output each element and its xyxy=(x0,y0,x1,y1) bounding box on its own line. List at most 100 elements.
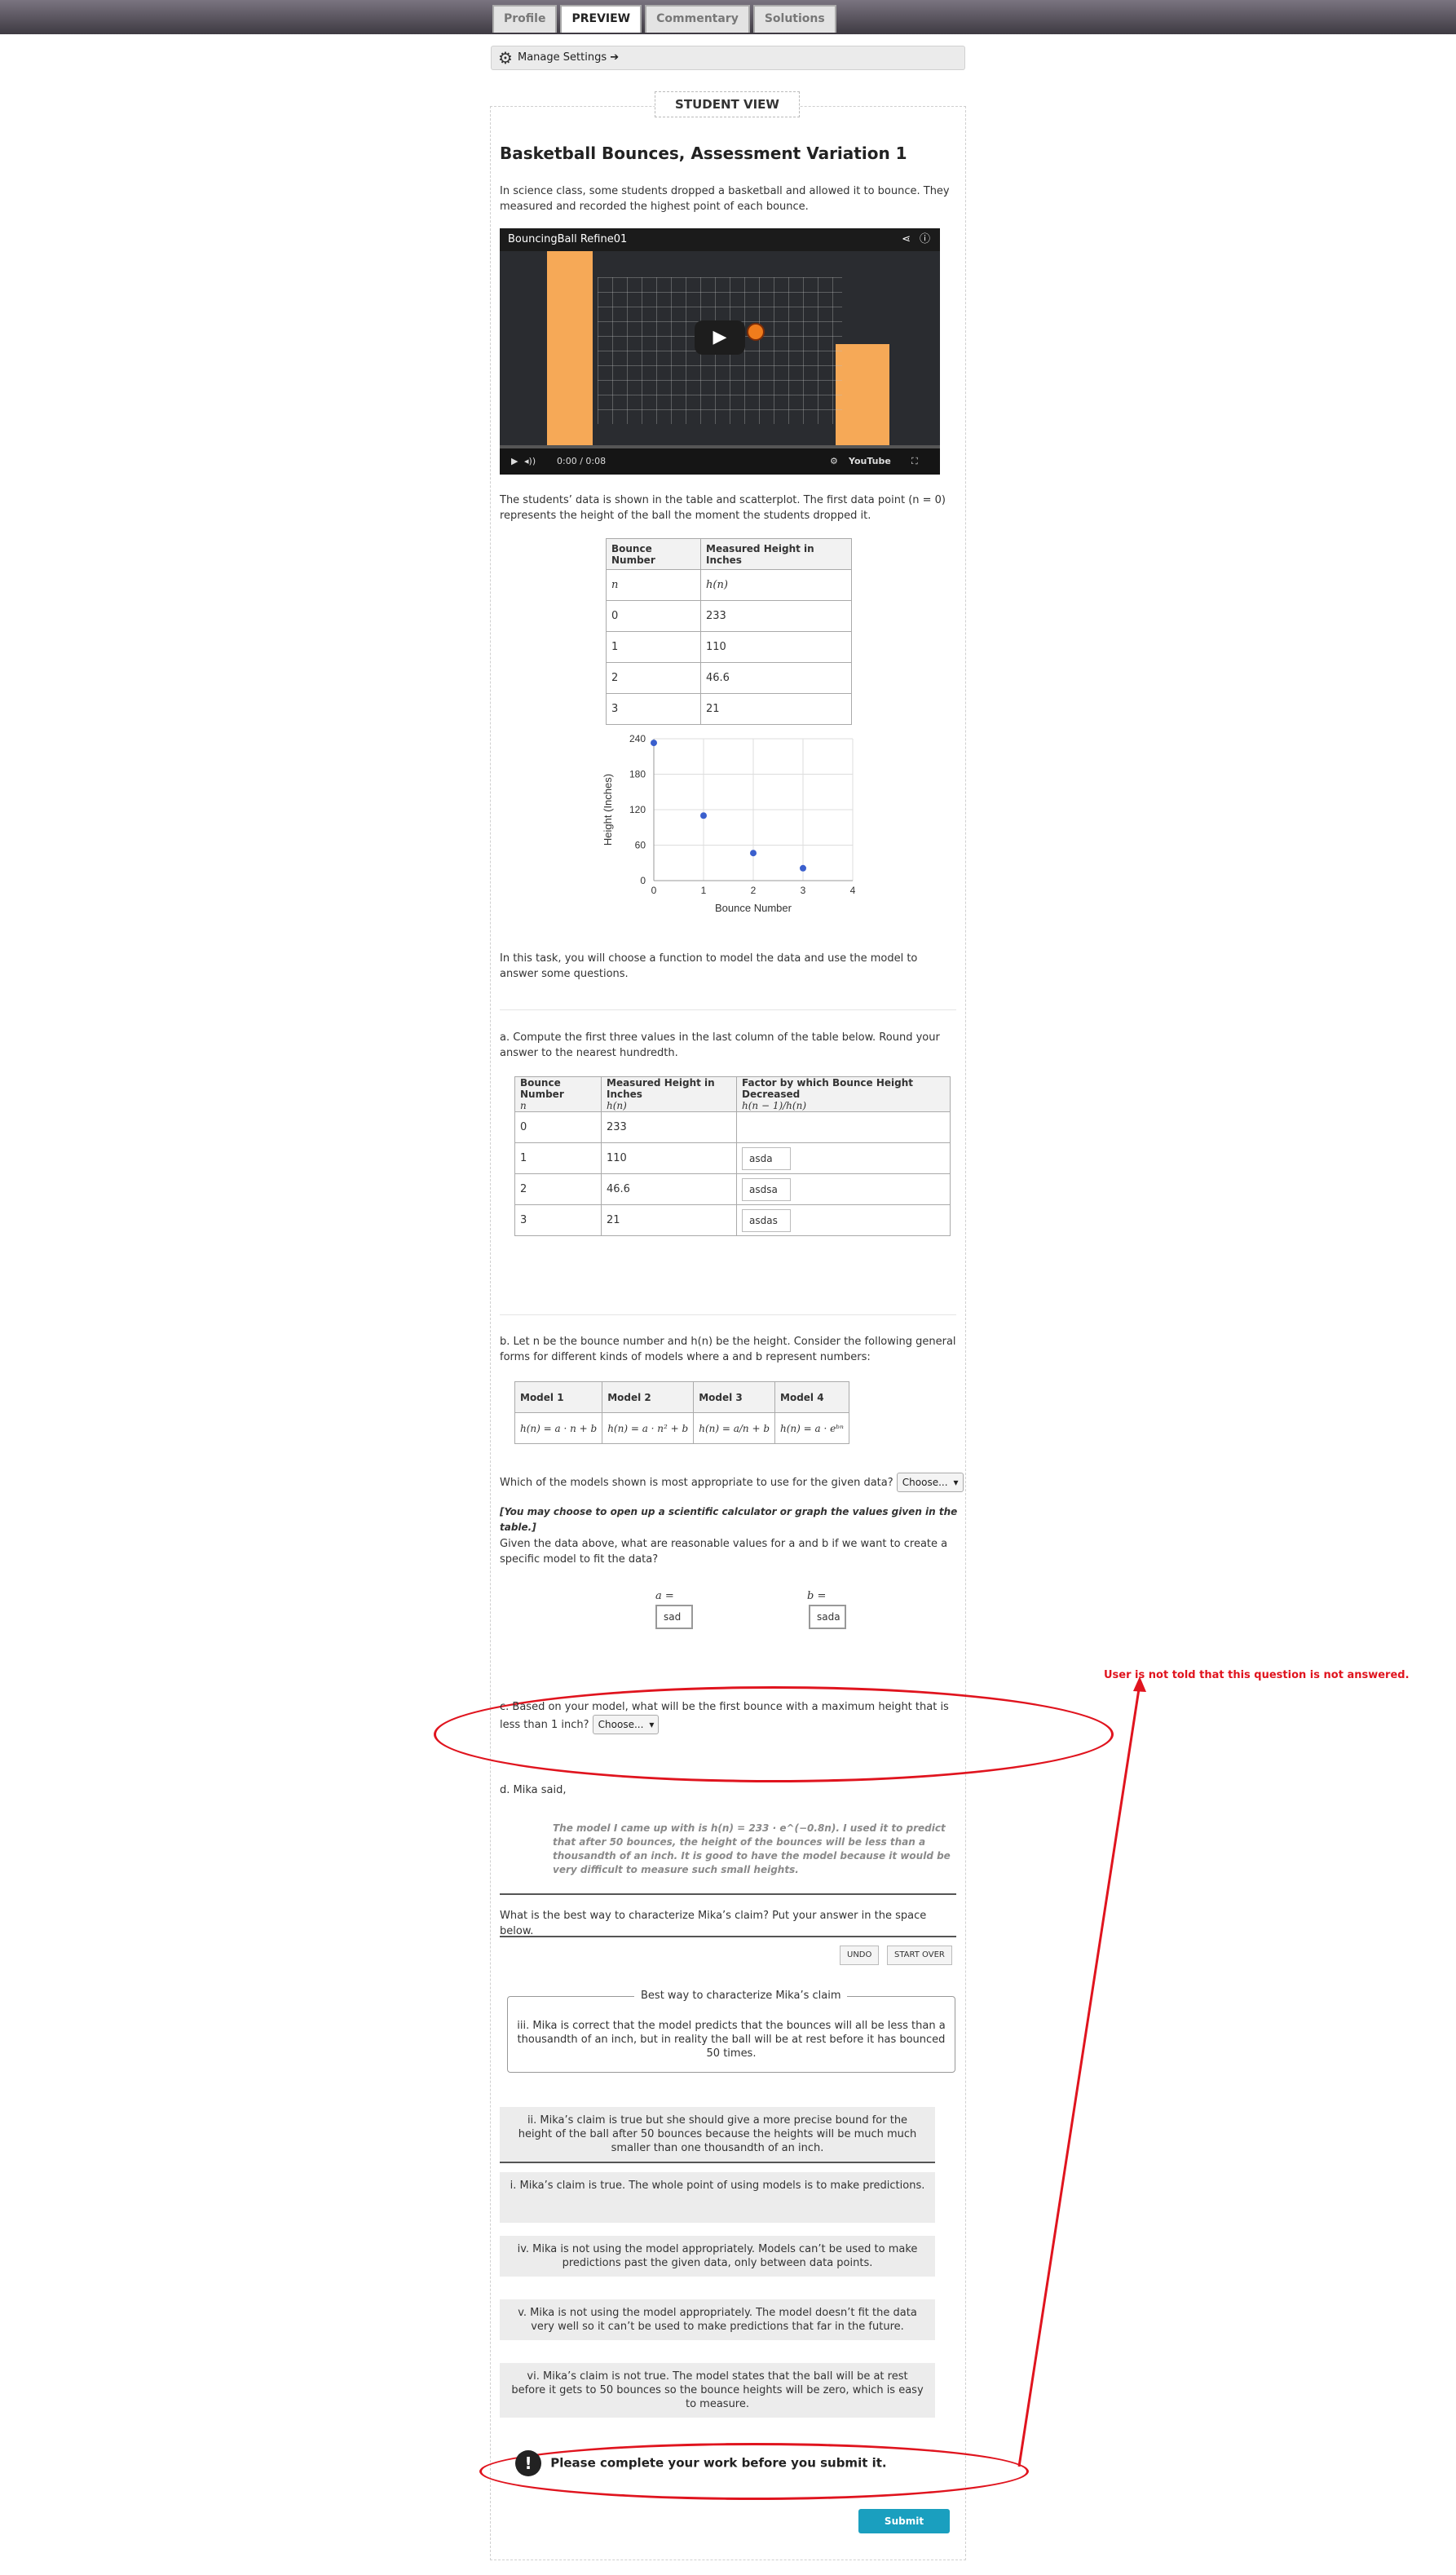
table-header: Model 4 xyxy=(774,1381,849,1413)
table-cell: 46.6 xyxy=(700,662,852,694)
table-cell: asdsa xyxy=(736,1173,951,1205)
model-question: Which of the models shown is most approp… xyxy=(500,1473,964,1492)
volume-icon[interactable]: ◂)) xyxy=(524,448,536,475)
part-d-prompt: d. Mika said, xyxy=(500,1784,567,1796)
part-d-question: What is the best way to characterize Mik… xyxy=(500,1910,927,1937)
table-row: 3 21 xyxy=(606,693,852,725)
answer-option[interactable]: i. Mika’s claim is true. The whole point… xyxy=(500,2172,935,2223)
table-cell xyxy=(736,1111,951,1143)
table-header: Bounce Number n xyxy=(514,1076,602,1112)
model-select[interactable]: Choose... xyxy=(896,1473,964,1492)
start-over-button[interactable]: START OVER xyxy=(887,1946,952,1965)
b-value-input[interactable]: sada xyxy=(809,1605,846,1629)
models-table: Model 1 Model 2 Model 3 Model 4 h(n) = a… xyxy=(514,1381,849,1444)
table-cell: 3 xyxy=(606,693,701,725)
manage-settings-label: Manage Settings ➔ xyxy=(518,51,620,64)
video-frame-decor xyxy=(836,344,889,448)
answer-option[interactable]: v. Mika is not using the model appropria… xyxy=(500,2299,935,2340)
manage-settings-button[interactable]: ⚙ Manage Settings ➔ xyxy=(491,46,965,70)
table-cell: 233 xyxy=(700,600,852,632)
fullscreen-icon[interactable]: ⛶ xyxy=(911,448,918,475)
values-prompt: Given the data above, what are reasonabl… xyxy=(500,1538,948,1566)
table-cell: 110 xyxy=(700,631,852,663)
x-tick-label: 2 xyxy=(751,885,757,896)
part-a-prompt: a. Compute the first three values in the… xyxy=(500,1031,940,1059)
y-tick-label: 180 xyxy=(629,769,646,780)
warning-message: ! Please complete your work before you s… xyxy=(515,2450,887,2476)
factor-input-1[interactable]: asda xyxy=(742,1146,791,1170)
table-cell: asdas xyxy=(736,1204,951,1236)
video-player[interactable]: BouncingBall Refine01 ⋖ ⓘ ▶ ▶ ◂)) 0:00 /… xyxy=(500,228,940,475)
tab-profile[interactable]: Profile xyxy=(492,5,558,33)
table-header: Measured Height in Inches h(n) xyxy=(601,1076,737,1112)
y-tick-label: 240 xyxy=(629,733,646,744)
table-cell: h(n) xyxy=(700,569,852,601)
table-header: Model 3 xyxy=(693,1381,776,1413)
undo-button[interactable]: UNDO xyxy=(840,1946,880,1965)
y-tick-label: 0 xyxy=(640,875,646,886)
table-header: Factor by which Bounce Height Decreased h… xyxy=(736,1076,951,1112)
table-cell: h(n) = a · n + b xyxy=(514,1412,603,1444)
table-header: Measured Height in Inches xyxy=(700,538,852,570)
table-cell: 0 xyxy=(606,600,701,632)
table-cell: 21 xyxy=(601,1204,737,1236)
a-value-input[interactable]: sad xyxy=(655,1605,693,1629)
x-tick-label: 4 xyxy=(850,885,856,896)
table-cell: h(n) = a · n² + b xyxy=(602,1412,695,1444)
divider xyxy=(500,1009,956,1010)
play-icon[interactable]: ▶ xyxy=(695,320,745,355)
drop-zone-label: Best way to characterize Mika’s claim xyxy=(634,1990,848,2002)
y-tick-label: 120 xyxy=(629,804,646,815)
answer-option[interactable]: vi. Mika’s claim is not true. The model … xyxy=(500,2363,935,2418)
table-row: 2 46.6 asdsa xyxy=(514,1173,951,1205)
video-time: 0:00 / 0:08 xyxy=(557,456,607,466)
table-row: 0 233 xyxy=(514,1111,951,1143)
tab-solutions[interactable]: Solutions xyxy=(752,5,836,33)
table-cell: 110 xyxy=(601,1142,737,1174)
video-title: BouncingBall Refine01 ⋖ ⓘ xyxy=(500,228,940,251)
table-cell: 1 xyxy=(606,631,701,663)
tab-preview[interactable]: PREVIEW xyxy=(560,5,642,33)
part-a-table: Bounce Number n Measured Height in Inches… xyxy=(514,1076,951,1236)
tab-commentary[interactable]: Commentary xyxy=(645,5,750,33)
calculator-note: [You may choose to open up a scientific … xyxy=(500,1506,958,1533)
answer-option[interactable]: ii. Mika’s claim is true but she should … xyxy=(500,2107,935,2163)
page-title: Basketball Bounces, Assessment Variation… xyxy=(500,144,907,163)
table-cell: h(n) = a · eᵇⁿ xyxy=(774,1412,849,1444)
video-frame-decor xyxy=(547,251,593,448)
answer-option[interactable]: iv. Mika is not using the model appropri… xyxy=(500,2236,935,2277)
table-cell: n xyxy=(606,569,701,601)
y-axis-label: Height (Inches) xyxy=(602,774,614,846)
factor-input-2[interactable]: asdsa xyxy=(742,1177,791,1201)
table-cell: asda xyxy=(736,1142,951,1174)
info-icon[interactable]: ⓘ xyxy=(920,228,930,251)
divider xyxy=(500,1893,956,1895)
factor-input-3[interactable]: asdas xyxy=(742,1208,791,1232)
table-cell: 3 xyxy=(514,1204,602,1236)
basketball-icon xyxy=(747,323,765,341)
table-cell: 2 xyxy=(514,1173,602,1205)
tab-bar: Profile PREVIEW Commentary Solutions xyxy=(492,5,836,33)
part-c-prompt: c. Based on your model, what will be the… xyxy=(500,1699,956,1734)
play-small-icon[interactable]: ▶ xyxy=(511,448,518,475)
share-icon[interactable]: ⋖ xyxy=(902,228,911,251)
table-header: Bounce Number xyxy=(606,538,701,570)
table-row: 2 46.6 xyxy=(606,662,852,694)
x-axis-label: Bounce Number xyxy=(715,902,792,914)
dropped-answer[interactable]: iii. Mika is correct that the model pred… xyxy=(517,2019,946,2060)
table-row: 0 233 xyxy=(606,600,852,632)
table-cell: 46.6 xyxy=(601,1173,737,1205)
divider xyxy=(500,1314,956,1315)
video-controls: ▶ ◂)) 0:00 / 0:08 ⚙ YouTube ⛶ xyxy=(500,448,940,475)
settings-icon[interactable]: ⚙ xyxy=(830,448,838,475)
bounce-select[interactable]: Choose... xyxy=(592,1715,660,1734)
table-cell: h(n) = a/n + b xyxy=(693,1412,776,1444)
data-point xyxy=(651,740,657,747)
table-cell: 21 xyxy=(700,693,852,725)
x-tick-label: 3 xyxy=(801,885,806,896)
data-point xyxy=(700,812,707,819)
divider xyxy=(500,1936,956,1937)
youtube-logo[interactable]: YouTube xyxy=(849,448,891,475)
table-row: 3 21 asdas xyxy=(514,1204,951,1236)
submit-button[interactable]: Submit xyxy=(858,2509,950,2533)
